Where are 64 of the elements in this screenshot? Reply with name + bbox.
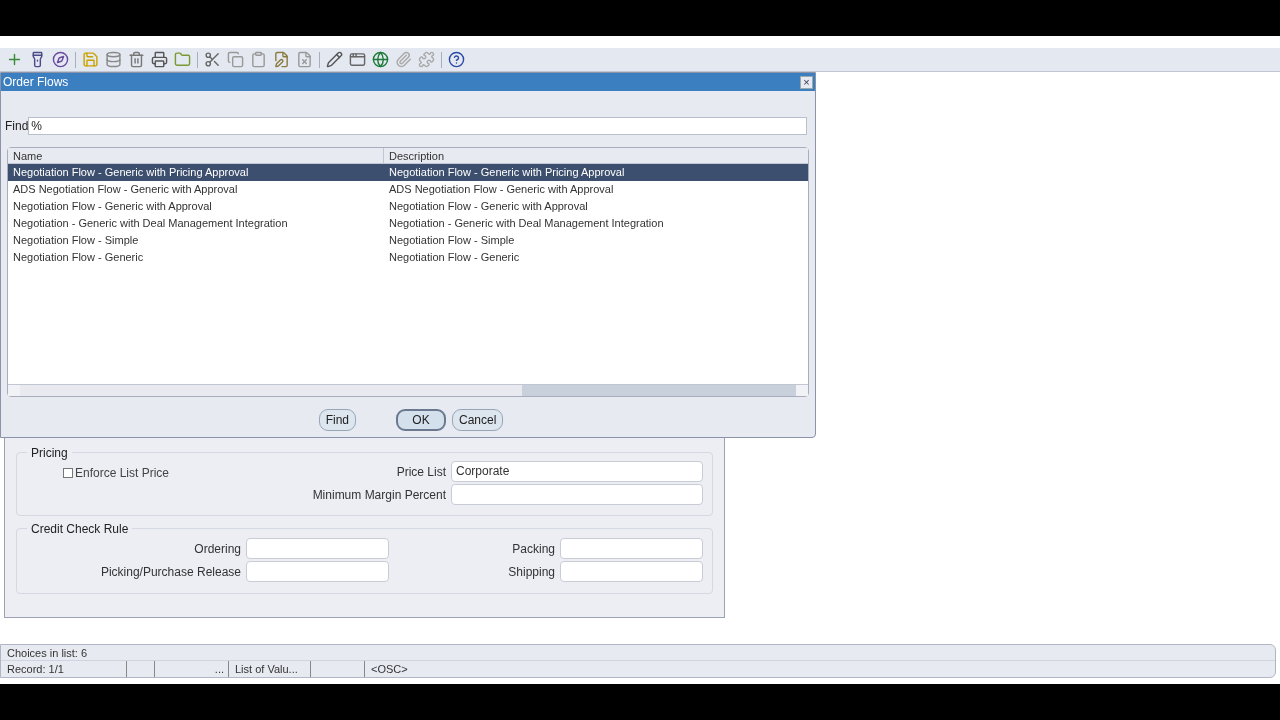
field-label: Minimum Margin Percent [312,486,446,504]
name-cell-text: Negotiation Flow - Generic with Pricing Approval [12,165,250,180]
globe-icon[interactable] [372,51,389,68]
field-label: Picking/Purchase Release [100,563,241,581]
name-cell-text: Negotiation Flow - Simple [12,233,140,248]
window-title: Order Flows [3,74,69,91]
list-row[interactable]: Negotiation Flow - Simple Negotiation Flow - Simple [8,232,808,249]
printer-icon[interactable] [151,51,168,68]
text-field[interactable] [560,561,703,582]
list-row[interactable]: Negotiation Flow - Generic with Pricing Approval Negotiation Flow - Generic with Pricing Approval [8,164,808,181]
find-label: Find [5,118,29,135]
name-cell-text: Negotiation - Generic with Deal Management Integration [12,216,289,231]
description-cell-text: Negotiation Flow - Generic with Approval [388,199,588,214]
field-label: Ordering [194,540,241,558]
name-cell-text: Negotiation Flow - Generic [12,250,145,265]
list-row[interactable]: Negotiation - Generic with Deal Management Integration Negotiation - Generic with Deal Management Integration [8,215,808,232]
status-cell: ... [214,663,224,675]
paperclip-icon[interactable] [395,51,412,68]
dialog-button[interactable]: Find [318,409,356,431]
status-cell: Record: 1/1 [7,663,64,675]
close-button[interactable]: × [800,75,813,89]
bin-icon[interactable] [128,51,145,68]
list-row[interactable]: Negotiation Flow - Generic Negotiation Flow - Generic [8,249,808,266]
text-field[interactable]: Corporate [451,461,703,482]
description-cell-text: Negotiation - Generic with Deal Management Integration [388,216,664,231]
compass-icon[interactable] [52,51,69,68]
description-cell-text: Negotiation Flow - Simple [388,233,515,248]
name-cell-text: Negotiation Flow - Generic with Approval [12,199,213,214]
field-label: Packing [512,540,555,558]
description-cell-text: ADS Negotiation Flow - Generic with Approval [388,182,614,197]
field-label: Shipping [508,563,555,581]
puzzle-icon[interactable] [418,51,435,68]
window-icon[interactable] [349,51,366,68]
text-field[interactable] [560,538,703,559]
text-field[interactable] [246,561,389,582]
status-cell: <OSC> [371,663,408,675]
clear-icon[interactable] [296,51,313,68]
add-icon[interactable] [6,51,23,68]
text-field[interactable] [246,538,389,559]
column-header[interactable]: Name [8,148,384,163]
help-icon[interactable] [448,51,465,68]
list-row[interactable]: Negotiation Flow - Generic with Approval Negotiation Flow - Generic with Approval [8,198,808,215]
status-cell: List of Valu... [235,663,298,675]
column-header[interactable]: Description [384,148,445,163]
clipboard-icon[interactable] [250,51,267,68]
name-cell-text: ADS Negotiation Flow - Generic with Approval [12,182,239,197]
checkbox[interactable] [63,468,73,478]
field-label: Price List [396,463,446,481]
horizontal-scrollbar[interactable] [8,384,808,396]
dialog-button[interactable]: Cancel [452,409,504,431]
description-cell-text: Negotiation Flow - Generic [388,250,520,265]
copy-icon[interactable] [227,51,244,68]
folder-icon[interactable] [174,51,191,68]
dialog-button[interactable]: OK [396,409,446,431]
find-field[interactable]: % [28,117,807,135]
text-field[interactable] [451,484,703,505]
checkbox-label: Enforce List Price [75,465,170,482]
stack-icon[interactable] [105,51,122,68]
edit-icon[interactable] [273,51,290,68]
status-message: Choices in list: 6 [1,645,1275,661]
description-cell-text: Negotiation Flow - Generic with Pricing Approval [388,165,625,180]
scissors-icon[interactable] [204,51,221,68]
pencil-icon[interactable] [326,51,343,68]
list-row[interactable]: ADS Negotiation Flow - Generic with Approval ADS Negotiation Flow - Generic with Approval [8,181,808,198]
